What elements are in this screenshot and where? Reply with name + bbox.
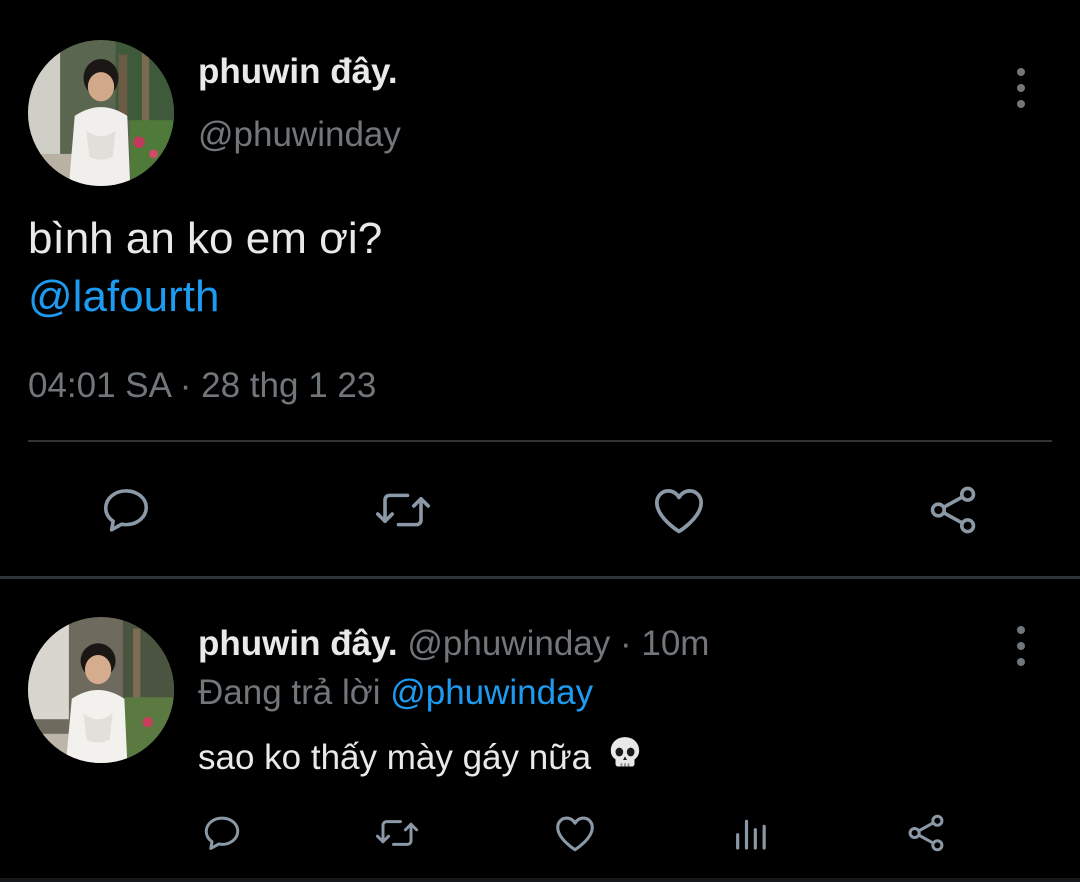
like-button[interactable]: [650, 482, 708, 538]
display-name[interactable]: phuwin đây.: [198, 52, 398, 92]
handle-and-time[interactable]: @phuwinday · 10m: [407, 624, 709, 663]
reply-icon: [204, 816, 240, 850]
section-divider: [0, 576, 1080, 579]
analytics-icon: [736, 819, 766, 850]
reply-icon: [103, 489, 149, 532]
avatar-photo: [28, 40, 174, 186]
retweet-button[interactable]: [372, 482, 434, 538]
replying-label: Đang trả lời: [198, 673, 381, 712]
replying-mention[interactable]: @phuwinday: [390, 673, 593, 712]
like-icon: [654, 489, 704, 534]
main-tweet: phuwin đây. @phuwinday bình an ko em ơi?…: [0, 0, 1080, 577]
reply-text-row: sao ko thấy mày gáy nữa: [198, 733, 645, 782]
bottom-divider: [0, 878, 1080, 882]
skull-emoji-icon: [605, 733, 645, 782]
tweet-text: bình an ko em ơi?: [28, 214, 383, 263]
divider: [28, 440, 1052, 442]
share-button[interactable]: [904, 812, 948, 854]
user-handle[interactable]: @phuwinday: [198, 115, 401, 155]
like-button[interactable]: [552, 812, 598, 854]
retweet-button[interactable]: [372, 812, 422, 854]
like-icon: [556, 816, 594, 852]
tweet-thread-screen: phuwin đây. @phuwinday bình an ko em ơi?…: [0, 0, 1080, 882]
avatar-photo: [28, 617, 174, 763]
avatar[interactable]: [28, 617, 174, 763]
mention-link[interactable]: @lafourth: [28, 270, 219, 324]
share-icon: [930, 486, 976, 534]
reply-header: phuwin đây. @phuwinday · 10m: [198, 624, 709, 664]
reply-button[interactable]: [98, 482, 154, 538]
share-button[interactable]: [924, 482, 982, 538]
replying-to: Đang trả lời @phuwinday: [198, 673, 593, 713]
analytics-button[interactable]: [730, 812, 772, 854]
more-options-icon[interactable]: [1014, 626, 1028, 666]
tweet-timestamp: 04:01 SA · 28 thg 1 23: [28, 366, 377, 405]
retweet-icon: [375, 820, 419, 846]
share-icon: [908, 814, 944, 852]
tweet-text: sao ko thấy mày gáy nữa: [198, 737, 592, 777]
avatar[interactable]: [28, 40, 174, 186]
retweet-icon: [376, 493, 430, 527]
more-options-icon[interactable]: [1014, 68, 1028, 108]
display-name[interactable]: phuwin đây.: [198, 624, 398, 663]
reply-button[interactable]: [200, 812, 244, 854]
